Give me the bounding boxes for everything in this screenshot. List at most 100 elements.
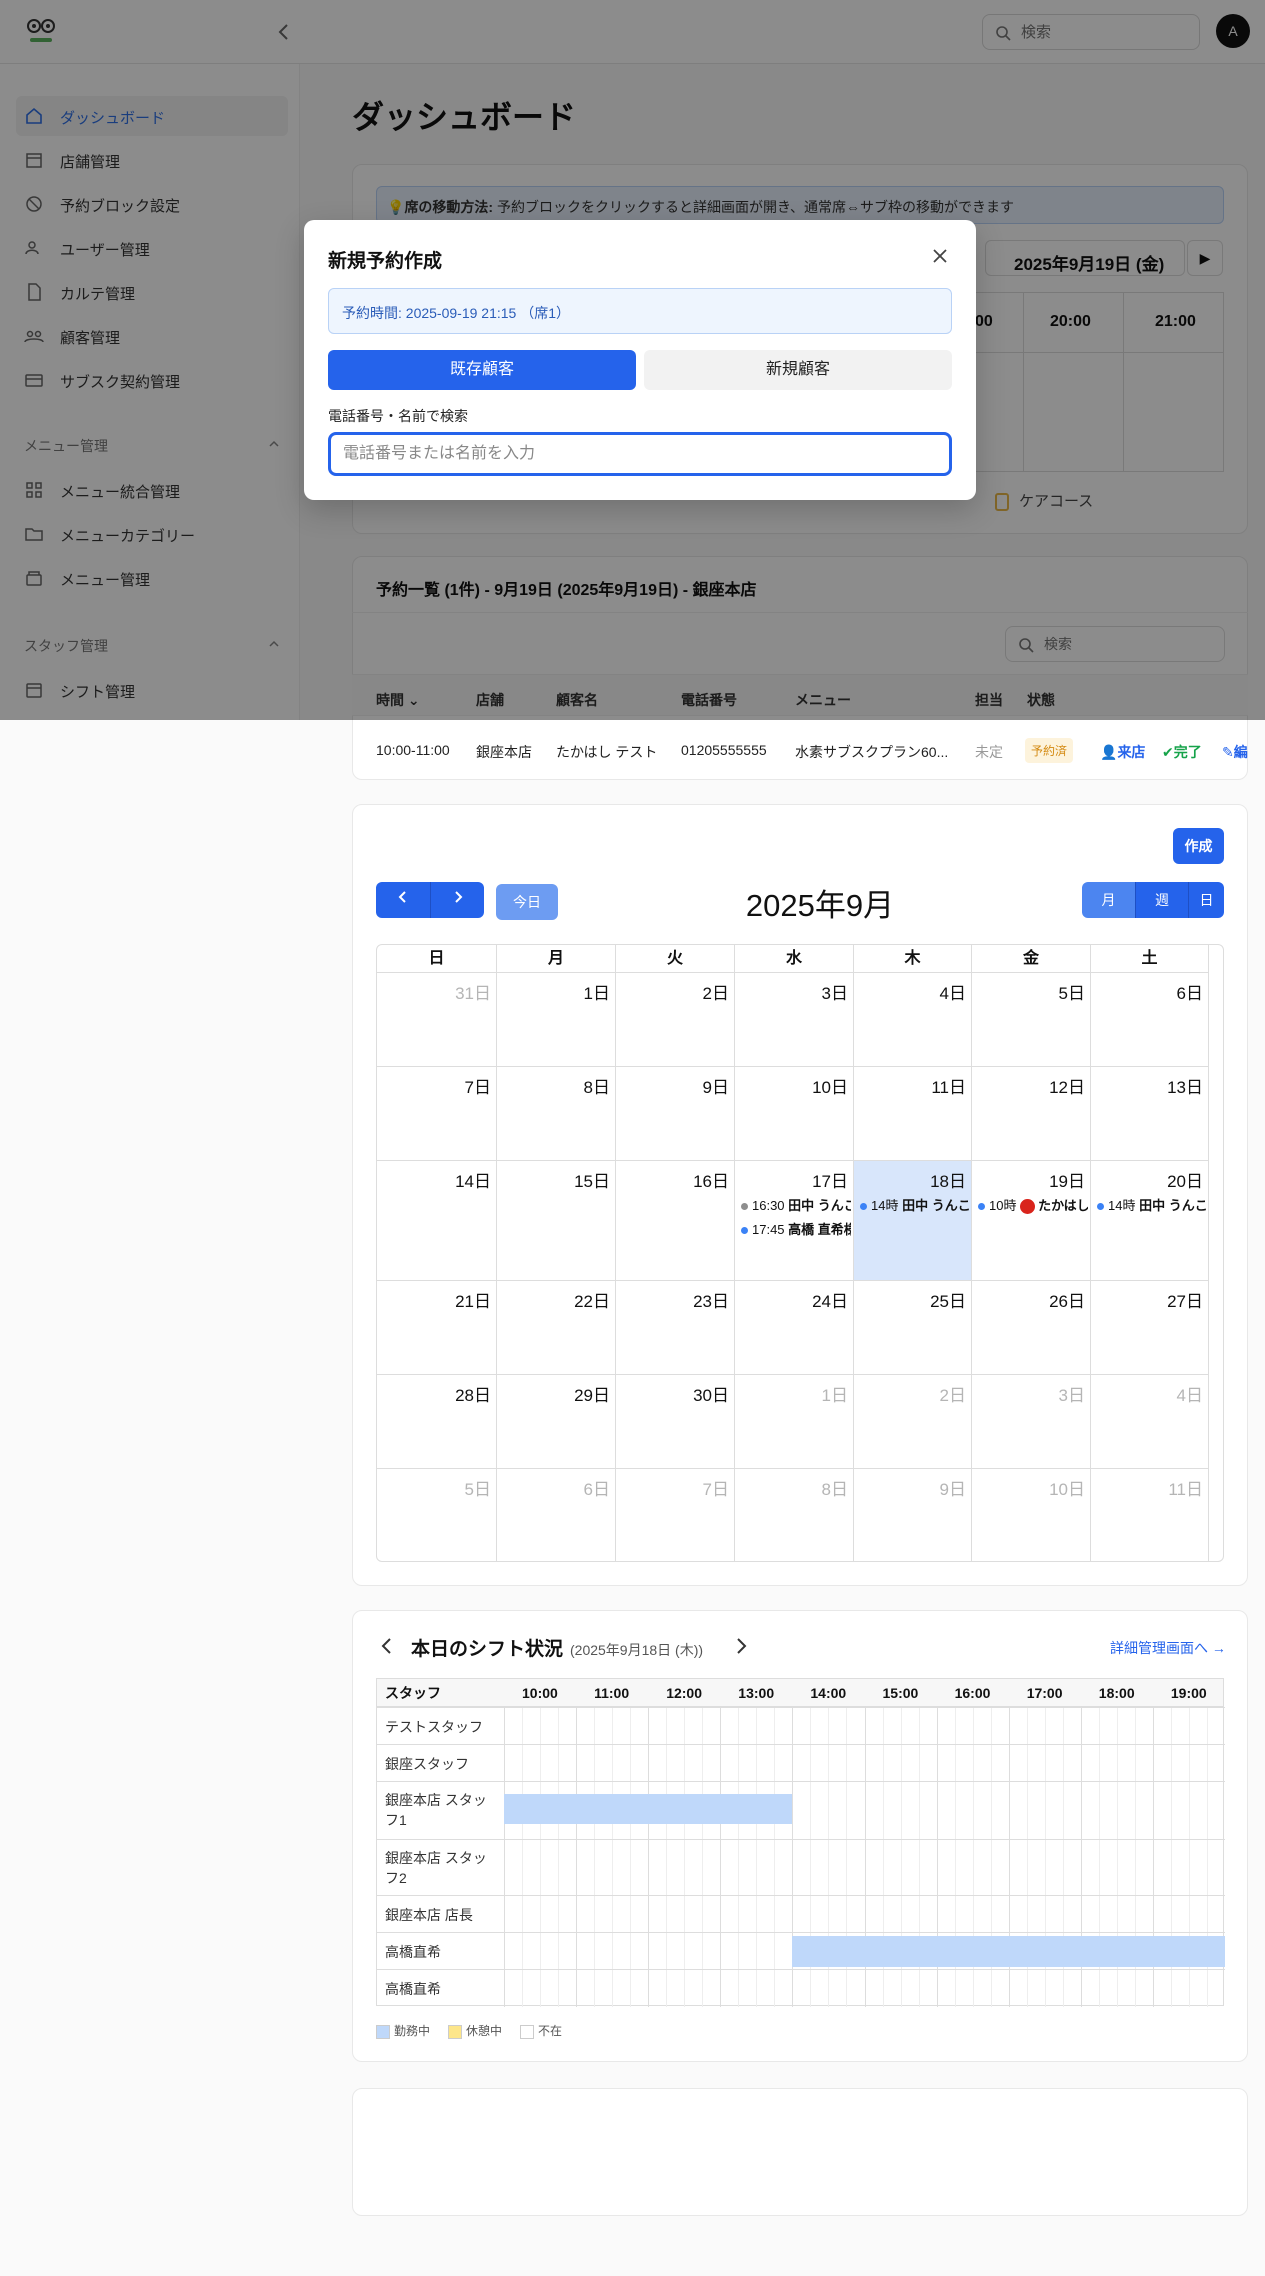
weekday-header: 月 — [497, 945, 616, 973]
day-number: 6日 — [1176, 984, 1203, 1003]
calendar-day-cell[interactable]: 4日 — [1091, 1375, 1209, 1469]
calendar-day-cell[interactable]: 31日 — [377, 973, 497, 1067]
chevron-left-icon[interactable] — [380, 1636, 394, 1656]
calendar-day-cell[interactable]: 30日 — [616, 1375, 735, 1469]
calendar-day-cell[interactable]: 8日 — [735, 1469, 854, 1561]
shift-staff-name: テストスタッフ — [385, 1719, 483, 1735]
calendar-day-cell[interactable]: 15日 — [497, 1161, 616, 1281]
edit-label: 編 — [1233, 744, 1248, 760]
customer-search-label: 電話番号・名前で検索 — [328, 408, 468, 424]
calendar-day-cell[interactable]: 10日 — [972, 1469, 1091, 1561]
event-time: 16:30 — [752, 1198, 785, 1213]
shift-hour-header: 18:00 — [1098, 1685, 1135, 1701]
calendar-day-cell[interactable]: 1日 — [497, 973, 616, 1067]
weekday-header: 水 — [735, 945, 854, 973]
calendar-event[interactable]: 14時 田中 うんこ — [1097, 1195, 1207, 1214]
shift-working-bar[interactable] — [792, 1936, 1225, 1967]
calendar-day-cell[interactable]: 16日 — [616, 1161, 735, 1281]
calendar-day-cell[interactable]: 2日 — [616, 973, 735, 1067]
calendar-day-cell[interactable]: 22日 — [497, 1281, 616, 1375]
calendar-day-cell[interactable]: 4日 — [854, 973, 972, 1067]
shift-detail-link[interactable]: 詳細管理画面へ → — [1110, 1638, 1226, 1658]
calendar-day-cell[interactable]: 8日 — [497, 1067, 616, 1161]
calendar-day-cell[interactable]: 6日 — [497, 1469, 616, 1561]
shift-staff-name: 高橋直希 — [385, 1944, 441, 1960]
calendar-day-cell[interactable]: 20日 14時 田中 うんこ — [1091, 1161, 1209, 1281]
calendar-event[interactable]: 10時 たかはし — [978, 1195, 1088, 1215]
calendar-day-cell[interactable]: 7日 — [616, 1469, 735, 1561]
calendar-day-cell[interactable]: 2日 — [854, 1375, 972, 1469]
calendar-day-cell[interactable]: 9日 — [616, 1067, 735, 1161]
shift-working-bar[interactable] — [504, 1794, 793, 1824]
close-icon[interactable] — [930, 246, 950, 266]
calendar-day-cell[interactable]: 23日 — [616, 1281, 735, 1375]
shift-hour-header: 11:00 — [594, 1685, 630, 1701]
calendar-day-cell[interactable]: 26日 — [972, 1281, 1091, 1375]
calendar-event[interactable]: 16:30 田中 うんこ — [741, 1195, 851, 1214]
calendar-day-cell[interactable]: 28日 — [377, 1375, 497, 1469]
calendar-day-cell[interactable]: 7日 — [377, 1067, 497, 1161]
calendar-day-cell[interactable]: 1日 — [735, 1375, 854, 1469]
calendar-prev-button[interactable] — [376, 882, 430, 918]
view-month-button[interactable]: 月 — [1082, 882, 1135, 918]
calendar-day-cell[interactable]: 25日 — [854, 1281, 972, 1375]
existing-customer-tab[interactable]: 既存顧客 — [328, 350, 636, 390]
status-badge: 予約済 — [1025, 738, 1074, 763]
day-number: 5日 — [1058, 984, 1085, 1003]
calendar-day-cell[interactable]: 11日 — [854, 1067, 972, 1161]
visit-label: 来店 — [1117, 744, 1146, 760]
calendar-day-cell[interactable]: 13日 — [1091, 1067, 1209, 1161]
day-number: 29日 — [574, 1386, 610, 1405]
edit-button[interactable]: ✎編 — [1222, 742, 1248, 762]
chevron-right-icon[interactable] — [734, 1636, 748, 1656]
chevron-right-icon — [454, 891, 462, 903]
event-dot — [978, 1203, 985, 1211]
event-customer: 田中 うんこ — [902, 1198, 970, 1213]
day-number: 10日 — [812, 1078, 848, 1097]
view-week-button[interactable]: 週 — [1135, 882, 1188, 918]
day-number: 4日 — [1176, 1386, 1203, 1405]
calendar-day-cell[interactable]: 5日 — [377, 1469, 497, 1561]
calendar-day-cell[interactable]: 17日 16:30 田中 うんこ 17:45 高橋 直希様 — [735, 1161, 854, 1281]
create-button[interactable]: 作成 — [1173, 828, 1224, 864]
calendar-event[interactable]: 14時 田中 うんこ — [860, 1195, 970, 1214]
calendar-day-cell[interactable]: 19日 10時 たかはし — [972, 1161, 1091, 1281]
calendar-day-cell[interactable]: 6日 — [1091, 973, 1209, 1067]
day-number: 30日 — [693, 1386, 729, 1405]
complete-button[interactable]: ✔完了 — [1162, 742, 1202, 762]
event-time: 14時 — [1108, 1198, 1136, 1213]
calendar-day-cell[interactable]: 10日 — [735, 1067, 854, 1161]
visit-button[interactable]: 👤来店 — [1100, 742, 1145, 762]
shift-staff-name: 銀座本店 スタッフ1 — [385, 1792, 487, 1828]
calendar-event[interactable]: 17:45 高橋 直希様 — [741, 1219, 851, 1238]
shift-staff-name: 高橋直希 — [385, 1981, 441, 1997]
calendar-day-cell[interactable]: 9日 — [854, 1469, 972, 1561]
calendar-day-cell[interactable]: 11日 — [1091, 1469, 1209, 1561]
today-button[interactable]: 今日 — [496, 884, 558, 920]
view-day-button[interactable]: 日 — [1188, 882, 1224, 918]
chevron-left-icon — [398, 891, 406, 903]
calendar-day-cell[interactable]: 21日 — [377, 1281, 497, 1375]
new-customer-tab[interactable]: 新規顧客 — [644, 350, 952, 390]
calendar-day-cell[interactable]: 14日 — [377, 1161, 497, 1281]
calendar-day-cell[interactable]: 18日 14時 田中 うんこ — [854, 1161, 972, 1281]
legend-break: 休憩中 — [448, 2022, 502, 2039]
new-reservation-modal: 新規予約作成 予約時間: 2025-09-19 21:15 （席1） 既存顧客 … — [304, 220, 976, 500]
legend-label: 勤務中 — [394, 2024, 431, 2038]
row-customer: たかはし テスト — [556, 744, 658, 760]
red-circle-icon — [1020, 1199, 1036, 1215]
calendar-day-cell[interactable]: 3日 — [735, 973, 854, 1067]
calendar-day-cell[interactable]: 3日 — [972, 1375, 1091, 1469]
day-number: 27日 — [1167, 1292, 1203, 1311]
calendar-day-cell[interactable]: 29日 — [497, 1375, 616, 1469]
shift-row: 銀座スタッフ — [377, 1744, 1225, 1782]
calendar-day-cell[interactable]: 5日 — [972, 973, 1091, 1067]
day-number: 23日 — [693, 1292, 729, 1311]
calendar-day-cell[interactable]: 24日 — [735, 1281, 854, 1375]
event-customer: 田中 うんこ — [1139, 1198, 1207, 1213]
calendar-next-button[interactable] — [430, 882, 484, 918]
legend-working: 勤務中 — [376, 2022, 430, 2039]
calendar-day-cell[interactable]: 12日 — [972, 1067, 1091, 1161]
calendar-day-cell[interactable]: 27日 — [1091, 1281, 1209, 1375]
customer-search-input[interactable] — [328, 432, 952, 476]
